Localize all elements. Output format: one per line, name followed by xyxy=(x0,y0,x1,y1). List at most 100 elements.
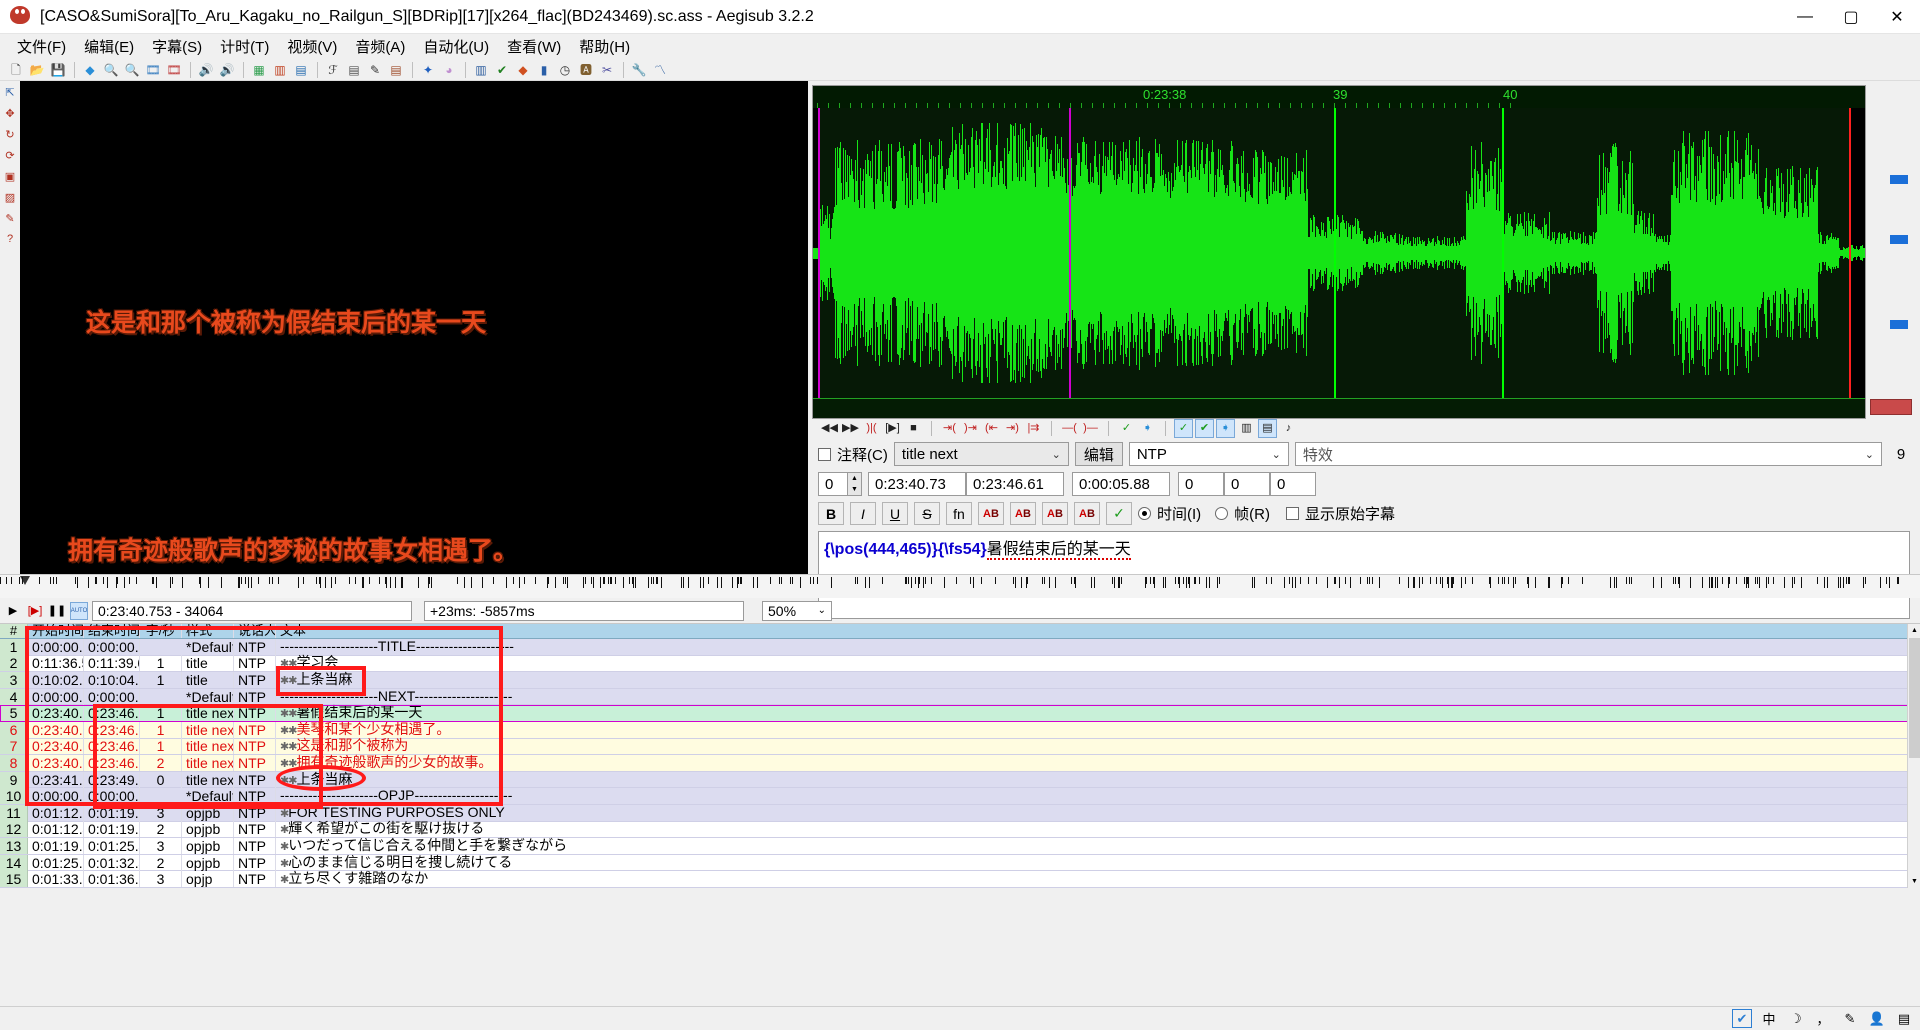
audio-scrollbar[interactable] xyxy=(813,398,1865,418)
grid-header-5[interactable]: 说话人 xyxy=(234,624,276,638)
margin-right-field[interactable]: 0 xyxy=(1224,472,1270,496)
minimize-button[interactable]: — xyxy=(1782,0,1828,34)
scale-tool-icon[interactable]: ▣ xyxy=(1,167,19,185)
zoom-out-icon[interactable]: 🔍 xyxy=(122,60,142,80)
menu-item-5[interactable]: 音频(A) xyxy=(346,33,414,60)
vector-clip-tool-icon[interactable]: ✎ xyxy=(1,209,19,227)
shift-times-icon[interactable]: ✦ xyxy=(418,60,438,80)
help-tool-icon[interactable]: ? xyxy=(1,230,19,248)
table-row[interactable]: 30:10:02.330:10:04.951titleNTP✱✱上条当麻 xyxy=(0,671,1920,689)
commit-button[interactable]: ✓ xyxy=(1106,502,1132,525)
styles-manager-icon[interactable]: ▦ xyxy=(249,60,269,80)
pause-icon[interactable]: ❚❚ xyxy=(48,602,66,620)
table-row[interactable]: 110:01:12.210:01:19.133opjpbNTP✱FOR TEST… xyxy=(0,804,1920,822)
save-subtitles-icon[interactable]: 💾 xyxy=(48,60,68,80)
play-before-end-icon[interactable]: (⇤ xyxy=(982,419,1001,438)
audio-selection-start-marker[interactable] xyxy=(818,108,821,398)
jump-to-icon[interactable]: ◆ xyxy=(80,60,100,80)
ime-halfwidth-icon[interactable]: ☽ xyxy=(1786,1009,1806,1028)
styling-assistant-icon[interactable]: ℱ xyxy=(323,60,343,80)
ime-user-icon[interactable]: 👤 xyxy=(1867,1009,1887,1028)
play-line-icon[interactable]: [▶] xyxy=(883,419,902,438)
close-video-icon[interactable]: 🎞 xyxy=(164,60,184,80)
play-icon[interactable]: ▶ xyxy=(4,602,22,620)
timing-postprocessor-icon[interactable]: ▤ xyxy=(386,60,406,80)
audio-waveform-panel[interactable]: 0:23:38 39 40 xyxy=(812,85,1866,419)
grid-header-2[interactable]: 结束时间 xyxy=(84,624,140,638)
table-row[interactable]: 150:01:33.950:01:36.943opjpNTP✱立ち尽くす雑踏のな… xyxy=(0,870,1920,888)
run-script-icon[interactable]: ✂ xyxy=(597,60,617,80)
margin-left-field[interactable]: 0 xyxy=(1178,472,1224,496)
video-display[interactable]: 这是和那个被称为假结束后的某一天 拥有奇迹般歌声的梦秘的故事女相遇了。 xyxy=(20,81,808,574)
actor-dropdown[interactable]: NTP ⌄ xyxy=(1128,442,1289,466)
font-button[interactable]: fn xyxy=(946,502,972,525)
auto-next-toggle[interactable]: ✔ xyxy=(1195,419,1214,438)
style-dropdown[interactable]: title next ⌄ xyxy=(893,442,1069,466)
margin-vertical-field[interactable]: 0 xyxy=(1270,472,1316,496)
menu-item-3[interactable]: 计时(T) xyxy=(211,33,278,60)
drag-tool-icon[interactable]: ✥ xyxy=(1,104,19,122)
table-row[interactable]: 60:23:40.730:23:46.611title nextNTP✱✱美琴和… xyxy=(0,721,1920,739)
table-row[interactable]: 100:00:00.000:00:00.00*DefaultNTP-------… xyxy=(0,787,1920,805)
layer-spinner[interactable]: ▲ ▼ xyxy=(848,472,862,496)
audio-waveform[interactable] xyxy=(813,108,1865,398)
underline-button[interactable]: U xyxy=(882,502,908,525)
auto-commit-toggle[interactable]: ✓ xyxy=(1174,419,1193,438)
table-row[interactable]: 130:01:19.150:01:25.453opjpbNTP✱いつだって信じ合… xyxy=(0,837,1920,855)
menu-item-6[interactable]: 自动化(U) xyxy=(414,33,498,60)
start-time-field[interactable]: 0:23:40.73 xyxy=(868,472,966,496)
menu-item-0[interactable]: 文件(F) xyxy=(8,33,75,60)
grid-header-0[interactable]: # xyxy=(0,624,28,638)
menu-item-2[interactable]: 字幕(S) xyxy=(143,33,211,60)
audio-zoom-indicator[interactable] xyxy=(1870,399,1912,415)
stop-icon[interactable]: ■ xyxy=(904,419,923,438)
zoom-in-icon[interactable]: 🔍 xyxy=(101,60,121,80)
scroll-thumb[interactable] xyxy=(1909,638,1920,758)
close-audio-icon[interactable]: 🔊 xyxy=(217,60,237,80)
show-original-checkbox[interactable] xyxy=(1286,507,1299,520)
rotate-xy-tool-icon[interactable]: ⟳ xyxy=(1,146,19,164)
open-video-icon[interactable]: 🎞 xyxy=(143,60,163,80)
outline-color-button[interactable]: AB xyxy=(1042,502,1068,525)
table-row[interactable]: 80:23:40.730:23:46.612title nextNTP✱✱拥有奇… xyxy=(0,754,1920,772)
play-after-icon[interactable]: ▶▶ xyxy=(841,419,860,438)
volume-handle-1[interactable] xyxy=(1890,175,1908,184)
spell-checker-icon[interactable]: ✔ xyxy=(492,60,512,80)
resample-icon[interactable]: ✎ xyxy=(365,60,385,80)
clip-tool-icon[interactable]: ▨ xyxy=(1,188,19,206)
grid-header-6[interactable]: 文本 xyxy=(276,624,1920,638)
video-keyframe-timeline[interactable] xyxy=(0,574,1920,598)
ime-chinese-icon[interactable]: 中 xyxy=(1759,1009,1779,1028)
audio-selection-end-marker[interactable] xyxy=(1849,108,1852,398)
scroll-down-arrow[interactable]: ▼ xyxy=(1908,874,1920,888)
video-position-field[interactable]: 0:23:40.753 - 34064 xyxy=(92,600,412,621)
edit-style-button[interactable]: 编辑 xyxy=(1074,442,1123,466)
primary-color-button[interactable]: AB xyxy=(978,502,1004,525)
add-lead-out-icon[interactable]: )— xyxy=(1081,419,1100,438)
duration-field[interactable]: 0:00:05.88 xyxy=(1072,472,1170,496)
scroll-up-arrow[interactable]: ▲ xyxy=(1908,624,1920,637)
menu-item-4[interactable]: 视频(V) xyxy=(278,33,346,60)
video-zoom-dropdown[interactable]: 50% ⌄ xyxy=(762,600,832,621)
play-selection-icon[interactable]: ◀◀ xyxy=(820,419,839,438)
menu-item-8[interactable]: 帮助(H) xyxy=(570,33,639,60)
play-to-end-icon[interactable]: |⇉ xyxy=(1024,419,1043,438)
spectrum-toggle[interactable]: ▥ xyxy=(1237,419,1256,438)
rotate-z-tool-icon[interactable]: ↻ xyxy=(1,125,19,143)
effect-dropdown[interactable]: 特效 ⌄ xyxy=(1294,442,1882,466)
strikeout-button[interactable]: S xyxy=(914,502,940,525)
ime-mode-icon[interactable]: ✔ xyxy=(1732,1009,1752,1028)
grid-header-4[interactable]: 样式 xyxy=(182,624,234,638)
open-subtitles-icon[interactable]: 📂 xyxy=(27,60,47,80)
secondary-color-button[interactable]: AB xyxy=(1010,502,1036,525)
grid-scrollbar[interactable]: ▲ ▼ xyxy=(1907,624,1920,888)
shadow-color-button[interactable]: AB xyxy=(1074,502,1100,525)
table-row[interactable]: 90:23:41.060:23:49.820title nextNTP✱✱上条当… xyxy=(0,771,1920,789)
table-row[interactable]: 40:00:00.000:00:00.00*DefaultNTP--------… xyxy=(0,688,1920,706)
end-time-field[interactable]: 0:23:46.61 xyxy=(966,472,1064,496)
menu-item-1[interactable]: 编辑(E) xyxy=(75,33,143,60)
play-line-icon[interactable]: [▶] xyxy=(26,602,44,620)
play-start-icon[interactable]: )|( xyxy=(862,419,881,438)
cursor-tool-icon[interactable]: ⇱ xyxy=(1,83,19,101)
tools-icon[interactable]: 🔧 xyxy=(629,60,649,80)
